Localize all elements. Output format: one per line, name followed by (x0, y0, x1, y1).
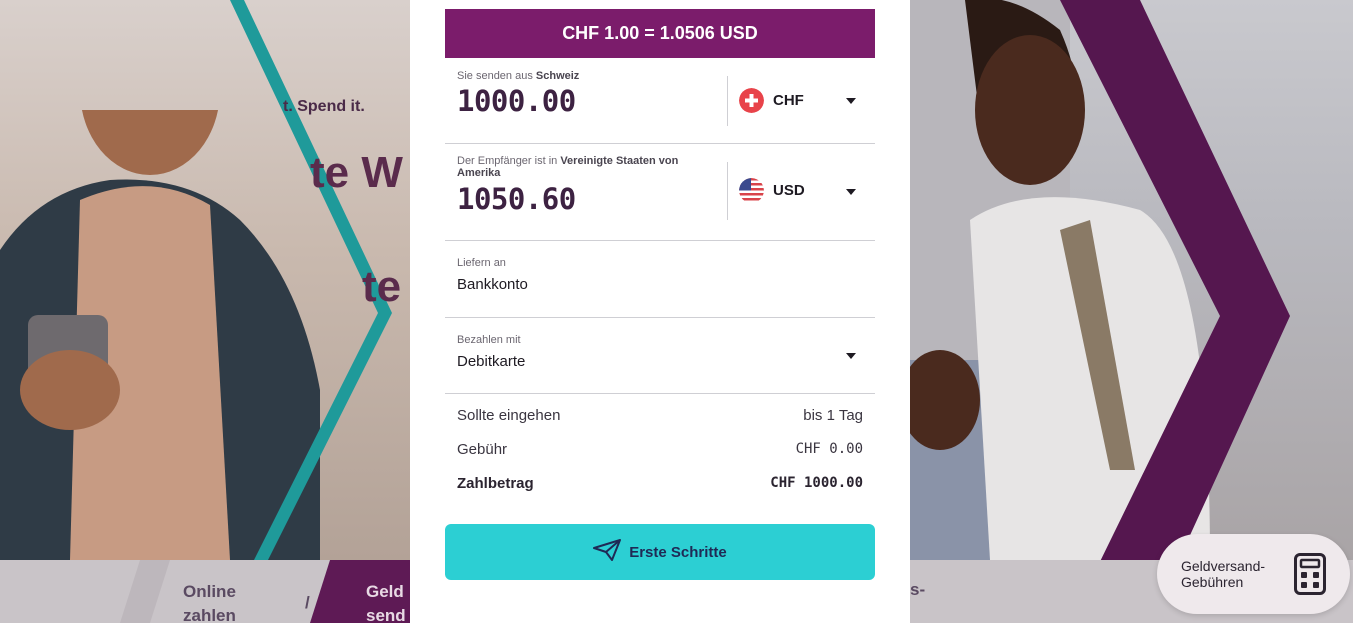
transfer-summary: Sollte eingehen bis 1 Tag Gebühr CHF 0.0… (445, 394, 875, 504)
receive-country-label: Der Empfänger ist in Vereinigte Staaten … (457, 155, 717, 179)
get-started-label: Erste Schritte (629, 543, 727, 561)
exchange-rate-bar: CHF 1.00 = 1.0506 USD (445, 9, 875, 58)
label-prefix: Sie senden aus (457, 70, 536, 82)
deliver-to-value: Bankkonto (457, 276, 528, 293)
pay-with-label: Bezahlen mit (457, 334, 521, 346)
summary-row-fee: Gebühr CHF 0.00 (457, 441, 863, 458)
hero-tagline: t. Spend it. (283, 98, 365, 115)
tab-online-zahlen[interactable]: Online zahlen (183, 580, 236, 623)
summary-row-total: Zahlbetrag CHF 1000.00 (457, 475, 863, 492)
chevron-down-icon[interactable] (846, 189, 856, 195)
hero-photo-left (0, 0, 410, 560)
summary-label: Zahlbetrag (457, 475, 534, 492)
send-country-label: Sie senden aus Schweiz (457, 70, 579, 82)
receive-currency-select[interactable]: USD (739, 178, 805, 203)
hero-headline-fragment-2: te (362, 262, 402, 311)
receive-amount-input[interactable]: 1050.60 (457, 182, 576, 216)
switzerland-flag-icon (739, 88, 764, 113)
summary-label: Gebühr (457, 441, 508, 458)
tab-geld-senden[interactable]: Geld send (366, 580, 406, 623)
summary-value: bis 1 Tag (803, 407, 863, 424)
send-currency-code: CHF (773, 92, 804, 109)
tab-label-line1: Geld (366, 582, 404, 601)
field-divider (727, 162, 728, 220)
deliver-to-field[interactable]: Liefern an Bankkonto (445, 241, 875, 318)
chevron-down-icon[interactable] (846, 98, 856, 104)
fee-calculator-button[interactable]: Geldversand-Gebühren (1157, 534, 1350, 614)
deliver-to-label: Liefern an (457, 257, 506, 269)
purple-chevron-shape (1060, 0, 1290, 623)
summary-row-delivery-time: Sollte eingehen bis 1 Tag (457, 407, 863, 424)
summary-label: Sollte eingehen (457, 407, 561, 424)
send-currency-select[interactable]: CHF (739, 88, 804, 113)
tab-label-line2: send (366, 606, 406, 623)
tab-partial[interactable]: s- (910, 580, 925, 600)
field-divider (727, 76, 728, 126)
pay-with-value: Debitkarte (457, 353, 526, 370)
receive-currency-code: USD (773, 182, 805, 199)
tab-label-line1: Online (183, 582, 236, 601)
fee-calculator-label: Geldversand-Gebühren (1181, 558, 1266, 590)
summary-value: CHF 1000.00 (770, 475, 863, 491)
chevron-down-icon[interactable] (846, 353, 856, 359)
receive-amount-field: Der Empfänger ist in Vereinigte Staaten … (445, 144, 875, 241)
get-started-button[interactable]: Erste Schritte (445, 524, 875, 580)
pay-with-select[interactable]: Bezahlen mit Debitkarte (445, 318, 875, 394)
hero-headline-fragment-1: te W (310, 148, 403, 197)
money-transfer-modal: CHF 1.00 = 1.0506 USD Sie senden aus Sch… (410, 0, 910, 623)
send-amount-field: Sie senden aus Schweiz 1000.00 CHF (445, 58, 875, 144)
tab-label-line2: zahlen (183, 606, 236, 623)
label-prefix: Der Empfänger ist in (457, 155, 561, 167)
send-country: Schweiz (535, 70, 580, 82)
summary-value: CHF 0.00 (795, 441, 863, 457)
paper-plane-icon (593, 539, 622, 565)
send-amount-input[interactable]: 1000.00 (457, 84, 576, 118)
hero-photo-right (900, 0, 1353, 623)
usa-flag-icon (739, 178, 764, 203)
tab-separator: / (305, 593, 310, 612)
calculator-icon (1294, 553, 1326, 595)
